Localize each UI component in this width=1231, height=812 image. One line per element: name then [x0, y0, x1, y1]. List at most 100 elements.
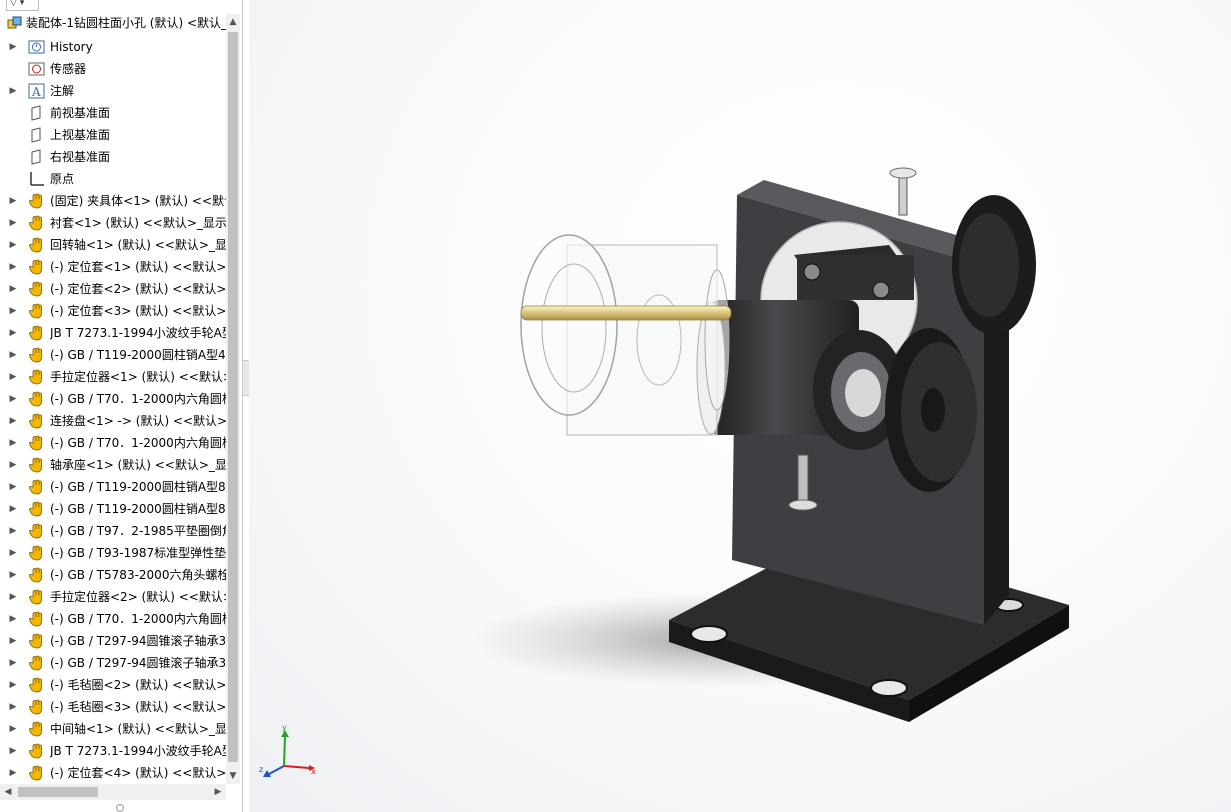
tree-item[interactable]: ▶ (-) GB / T119-2000圆柱销A型4× [0, 344, 226, 366]
tree-item[interactable]: ▶ (-) 毛毡圈<3> (默认) <<默认>_ [0, 696, 226, 718]
part-icon [28, 391, 45, 407]
panel-resize-grip-icon[interactable] [116, 804, 124, 812]
tree-item-label: (固定) 夹具体<1> (默认) <<默认 [50, 194, 226, 208]
tree-item[interactable]: ▶ 轴承座<1> (默认) <<默认>_显示 [0, 454, 226, 476]
plane-icon [28, 149, 45, 165]
tree-item[interactable]: ▶ (-) 定位套<3> (默认) <<默认>_ [0, 300, 226, 322]
expand-arrow-icon[interactable]: ▶ [8, 80, 18, 102]
tree-item[interactable]: 右视基准面 [0, 146, 226, 168]
expand-arrow-icon[interactable]: ▶ [8, 212, 18, 234]
x-axis-label: x [311, 767, 316, 776]
tree-item-label: (-) 定位套<4> (默认) <<默认>_ [50, 766, 226, 780]
tree-item-label: (-) 毛毡圈<3> (默认) <<默认>_ [50, 700, 226, 714]
expand-arrow-icon[interactable]: ▶ [8, 278, 18, 300]
expand-arrow-icon[interactable]: ▶ [8, 586, 18, 608]
expand-arrow-icon[interactable]: ▶ [8, 344, 18, 366]
expand-arrow-icon[interactable]: ▶ [8, 256, 18, 278]
origin-icon [28, 171, 45, 187]
tree-item[interactable]: ▶ JB T 7273.1-1994小波纹手轮A型 [0, 322, 226, 344]
expand-arrow-icon[interactable]: ▶ [8, 234, 18, 256]
expand-arrow-icon[interactable]: ▶ [8, 476, 18, 498]
expand-arrow-icon[interactable]: ▶ [8, 564, 18, 586]
scroll-up-arrow-icon[interactable]: ▲ [226, 14, 240, 30]
tree-item[interactable]: ▶ (-) 定位套<2> (默认) <<默认>_ [0, 278, 226, 300]
vertical-scroll-thumb[interactable] [228, 32, 238, 762]
vertical-scrollbar[interactable]: ▲ ▼ [226, 14, 240, 784]
tree-item[interactable]: 原点 [0, 168, 226, 190]
tree-item[interactable]: ▶ JB T 7273.1-1994小波纹手轮A型 [0, 740, 226, 762]
part-icon [28, 457, 45, 473]
tree-item[interactable]: ▶ (-) GB / T70．1-2000内六角圆柱 [0, 608, 226, 630]
transparent-bushing[interactable] [520, 234, 730, 436]
tree-item[interactable]: 上视基准面 [0, 124, 226, 146]
tree-item[interactable]: ▶ (-) GB / T5783-2000六角头螺栓 [0, 564, 226, 586]
rotary-shaft[interactable] [520, 305, 732, 321]
tree-root-assembly[interactable]: 装配体-1钻圆柱面小孔 (默认) <默认_ [0, 14, 226, 34]
tree-item[interactable]: ▶ (-) 定位套<4> (默认) <<默认>_ [0, 762, 226, 784]
tree-item[interactable]: ▶ (固定) 夹具体<1> (默认) <<默认 [0, 190, 226, 212]
tree-item[interactable]: ▶ (-) 定位套<1> (默认) <<默认>_ [0, 256, 226, 278]
scroll-right-arrow-icon[interactable]: ▶ [210, 784, 226, 800]
tree-item-label: 衬套<1> (默认) <<默认>_显示状 [50, 216, 226, 230]
part-icon [28, 765, 45, 781]
expand-arrow-icon[interactable]: ▶ [8, 608, 18, 630]
expand-arrow-icon[interactable]: ▶ [8, 322, 18, 344]
horizontal-scroll-thumb[interactable] [18, 787, 98, 797]
expand-arrow-icon[interactable]: ▶ [8, 696, 18, 718]
tree-item[interactable]: ▶ 回转轴<1> (默认) <<默认>_显示 [0, 234, 226, 256]
tree-item[interactable]: ▶ 手拉定位器<1> (默认) <<默认>_ [0, 366, 226, 388]
tree-item[interactable]: ▶ A 注解 [0, 80, 226, 102]
expand-arrow-icon[interactable]: ▶ [8, 718, 18, 740]
tree-item[interactable]: ▶ 中间轴<1> (默认) <<默认>_显示 [0, 718, 226, 740]
scroll-left-arrow-icon[interactable]: ◀ [0, 784, 16, 800]
expand-arrow-icon[interactable]: ▶ [8, 740, 18, 762]
expand-arrow-icon[interactable]: ▶ [8, 300, 18, 322]
assembly-model-render[interactable] [249, 0, 1231, 812]
filter-dropdown[interactable]: ▽ ▾ [6, 0, 39, 11]
tree-item[interactable]: ▶ History [0, 36, 226, 58]
expand-arrow-icon[interactable]: ▶ [8, 454, 18, 476]
rear-handwheel[interactable] [952, 195, 1036, 335]
annotation-icon: A [28, 83, 45, 99]
tree-item[interactable]: ▶ 手拉定位器<2> (默认) <<默认>_ [0, 586, 226, 608]
tree-item-label: (-) GB / T297-94圆锥滚子轴承32 [50, 656, 226, 670]
expand-arrow-icon[interactable]: ▶ [8, 410, 18, 432]
tree-item[interactable]: ▶ (-) GB / T97．2-1985平垫圈倒角 [0, 520, 226, 542]
tree-item[interactable]: ▶ (-) GB / T119-2000圆柱销A型8× [0, 498, 226, 520]
tree-item[interactable]: ▶ (-) GB / T119-2000圆柱销A型8× [0, 476, 226, 498]
expand-arrow-icon[interactable]: ▶ [8, 388, 18, 410]
tree-item[interactable]: ▶ 衬套<1> (默认) <<默认>_显示状 [0, 212, 226, 234]
index-plunger-top[interactable] [889, 167, 917, 216]
graphics-area[interactable]: x y z [249, 0, 1231, 812]
part-icon [28, 633, 45, 649]
tree-item[interactable]: ▶ (-) 毛毡圈<2> (默认) <<默认>_ [0, 674, 226, 696]
tree-item[interactable]: ▶ 连接盘<1> -> (默认) <<默认>_ [0, 410, 226, 432]
part-icon [28, 721, 45, 737]
tree-item[interactable]: 前视基准面 [0, 102, 226, 124]
expand-arrow-icon[interactable]: ▶ [8, 630, 18, 652]
expand-arrow-icon[interactable]: ▶ [8, 432, 18, 454]
svg-text:A: A [31, 85, 41, 99]
view-orientation-triad: x y z [259, 723, 316, 777]
scroll-down-arrow-icon[interactable]: ▼ [226, 768, 240, 784]
expand-arrow-icon[interactable]: ▶ [8, 190, 18, 212]
tree-item-label: 上视基准面 [50, 128, 111, 142]
tree-item[interactable]: ▶ (-) GB / T297-94圆锥滚子轴承32 [0, 630, 226, 652]
expand-arrow-icon[interactable]: ▶ [8, 674, 18, 696]
expand-arrow-icon[interactable]: ▶ [8, 762, 18, 784]
expand-arrow-icon[interactable]: ▶ [8, 542, 18, 564]
expand-arrow-icon[interactable]: ▶ [8, 366, 18, 388]
tree-item[interactable]: ▶ (-) GB / T70．1-2000内六角圆柱 [0, 388, 226, 410]
tree-item[interactable]: ▶ (-) GB / T70．1-2000内六角圆柱 [0, 432, 226, 454]
part-icon [28, 281, 45, 297]
expand-arrow-icon[interactable]: ▶ [8, 36, 18, 58]
horizontal-scrollbar[interactable]: ◀ ▶ [0, 784, 226, 800]
expand-arrow-icon[interactable]: ▶ [8, 652, 18, 674]
expand-arrow-icon[interactable]: ▶ [8, 520, 18, 542]
tree-item[interactable]: ▶ (-) GB / T93-1987标准型弹性垫圈 [0, 542, 226, 564]
part-icon [28, 303, 45, 319]
tree-item[interactable]: 传感器 [0, 58, 226, 80]
expand-arrow-icon[interactable]: ▶ [8, 498, 18, 520]
tree-item[interactable]: ▶ (-) GB / T297-94圆锥滚子轴承32 [0, 652, 226, 674]
part-icon [28, 325, 45, 341]
